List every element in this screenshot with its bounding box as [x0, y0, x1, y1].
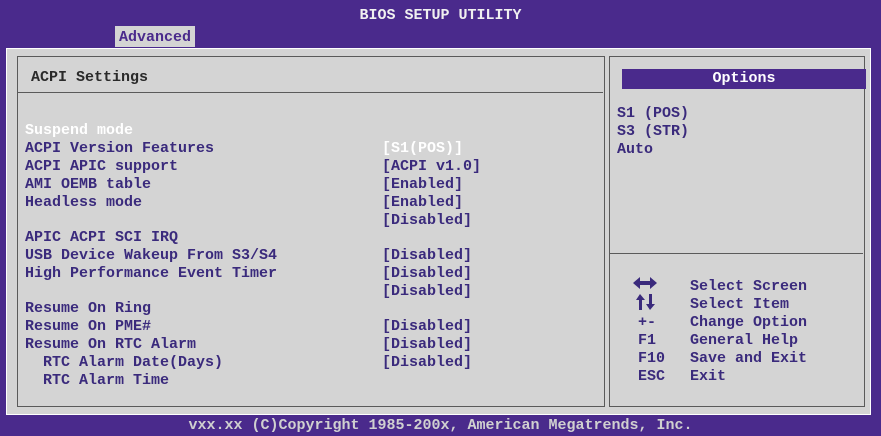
help-key: ESC — [638, 368, 666, 385]
tab-advanced[interactable]: Advanced — [115, 26, 196, 47]
setting-label: Suspend mode — [25, 122, 134, 139]
help-text: General Help — [690, 332, 799, 349]
setting-label: Resume On Ring — [25, 300, 152, 317]
copyright-footer: vxx.xx (C)Copyright 1985-200x, American … — [188, 417, 693, 434]
help-key: +- — [638, 314, 657, 331]
help-key: F10 — [638, 350, 666, 367]
setting-value[interactable]: [Enabled] — [382, 194, 463, 212]
setting-label: Resume On RTC Alarm — [25, 336, 197, 353]
help-text: Exit — [690, 368, 727, 385]
help-text: Save and Exit — [690, 350, 808, 367]
setting-label: APIC ACPI SCI IRQ — [25, 229, 179, 246]
setting-value[interactable]: [Disabled] — [382, 212, 472, 230]
setting-value[interactable]: [Disabled] — [382, 354, 472, 372]
setting-value[interactable]: [ACPI v1.0] — [382, 158, 481, 176]
help-text: Select Item — [690, 296, 790, 313]
setting-value[interactable]: [Disabled] — [382, 265, 472, 283]
help-text: Change Option — [690, 314, 808, 331]
setting-label: Headless mode — [25, 194, 143, 211]
setting-label: ACPI APIC support — [25, 158, 179, 175]
setting-value[interactable]: [Disabled] — [382, 336, 472, 354]
setting-value[interactable]: [S1(POS)] — [382, 140, 463, 158]
setting-value[interactable]: [Disabled] — [382, 318, 472, 336]
setting-label: RTC Alarm Date(Days) — [43, 354, 224, 371]
setting-label: Resume On PME# — [25, 318, 152, 335]
help-text: Select Screen — [690, 278, 808, 295]
setting-label: High Performance Event Timer — [25, 265, 278, 282]
setting-label: USB Device Wakeup From S3/S4 — [25, 247, 278, 264]
section-heading: ACPI Settings — [31, 69, 149, 86]
option-item[interactable]: S3 (STR) — [617, 123, 689, 141]
setting-row-rtc-time[interactable]: RTC Alarm Time — [0, 354, 169, 390]
help-key: F1 — [638, 332, 657, 349]
option-item[interactable]: Auto — [617, 141, 653, 159]
option-item[interactable]: S1 (POS) — [617, 105, 689, 123]
up-down-arrows-icon — [635, 293, 655, 316]
options-header: Options — [622, 69, 866, 89]
setting-label: AMI OEMB table — [25, 176, 152, 193]
help-divider — [610, 253, 863, 254]
setting-label: RTC Alarm Time — [43, 372, 170, 389]
setting-value[interactable]: [Enabled] — [382, 176, 463, 194]
settings-divider — [18, 92, 603, 93]
bios-title: BIOS SETUP UTILITY — [359, 7, 522, 24]
setting-label: ACPI Version Features — [25, 140, 215, 157]
setting-value[interactable]: [Disabled] — [382, 283, 472, 301]
setting-value[interactable]: [Disabled] — [382, 247, 472, 265]
